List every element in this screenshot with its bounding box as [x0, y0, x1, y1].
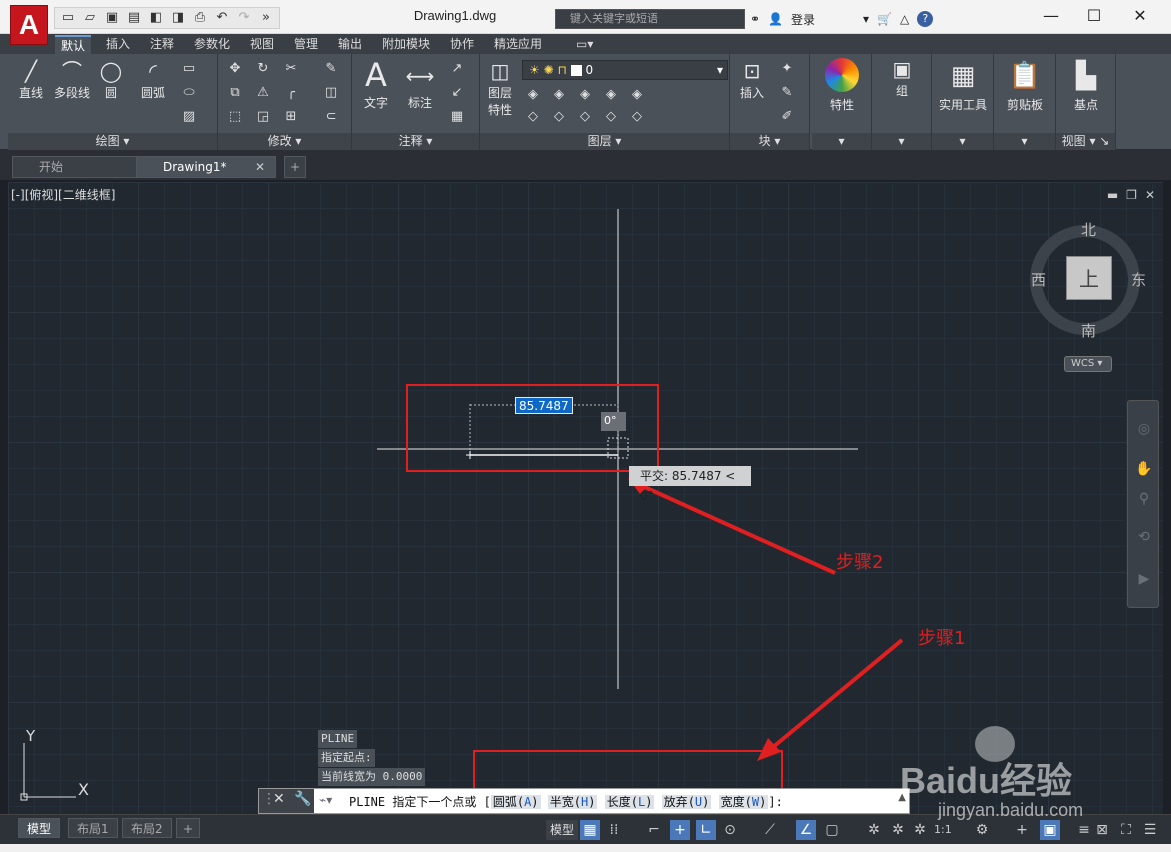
clean-screen-toggle-icon[interactable]: ⊠: [1092, 820, 1112, 840]
command-line-controls: ⋮ ✕ 🔧: [259, 789, 314, 813]
orbit-icon[interactable]: ⟲: [1135, 529, 1153, 547]
snap-icon[interactable]: ⁞⁞: [604, 820, 624, 840]
command-prompt-suffix: ]:: [768, 795, 783, 809]
option-undo-key: U: [694, 795, 703, 809]
step1-arrow: [770, 638, 904, 750]
option-halfwidth-label: 半宽: [549, 795, 574, 809]
command-history: PLINE 指定起点: 当前线宽为 0.0000: [318, 730, 426, 787]
infer-constraints-icon[interactable]: ⌐: [644, 820, 664, 840]
option-length-label: 长度: [606, 795, 631, 809]
wcs-menu[interactable]: WCS ▾: [1064, 356, 1112, 372]
option-arc[interactable]: 圆弧(A): [490, 795, 541, 809]
polar-icon[interactable]: ⊙: [720, 820, 740, 840]
option-undo[interactable]: 放弃(U): [661, 795, 712, 809]
app-logo[interactable]: A: [10, 5, 48, 45]
snap-tooltip-prefix: 平交: [640, 469, 665, 483]
workspace-gear-icon[interactable]: ⚙: [972, 820, 992, 840]
ortho-icon[interactable]: ∟: [696, 820, 716, 840]
option-arc-key: A: [524, 795, 532, 809]
isodraft-icon[interactable]: ⟋: [760, 820, 780, 840]
option-halfwidth[interactable]: 半宽(H): [547, 795, 598, 809]
ucs-x-label: X: [78, 780, 89, 799]
object-snap-tracking-icon[interactable]: ∠: [796, 820, 816, 840]
layout-tab-layout2[interactable]: 布局2: [122, 818, 172, 838]
option-width-label: 宽度: [720, 795, 745, 809]
snap-tooltip: 平交: 85.7487 < 0°: [629, 466, 751, 503]
object-snap-icon[interactable]: ▢: [822, 820, 842, 840]
dynamic-input-length[interactable]: 85.7487: [515, 397, 573, 414]
steering-wheel-icon[interactable]: ◎: [1135, 421, 1153, 439]
viewcube-top-face[interactable]: 上: [1066, 256, 1112, 300]
fullscreen-icon[interactable]: ⛶: [1116, 820, 1136, 840]
option-arc-label: 圆弧: [492, 795, 517, 809]
ucs-y-label: Y: [26, 727, 36, 745]
isolate-objects-icon[interactable]: ▣: [1040, 820, 1060, 840]
watermark-paw-icon: [975, 726, 1015, 762]
option-undo-label: 放弃: [663, 795, 688, 809]
option-width[interactable]: 宽度(W): [718, 795, 769, 809]
compass-west[interactable]: 西: [1031, 269, 1046, 290]
showmotion-icon[interactable]: ▶: [1135, 571, 1153, 589]
wcs-label: WCS: [1071, 358, 1095, 369]
dynamic-input-icon[interactable]: +: [670, 820, 690, 840]
zoom-icon[interactable]: ⚲: [1135, 491, 1153, 509]
layout-tab-layout1[interactable]: 布局1: [68, 818, 118, 838]
annotation-monitor-icon[interactable]: +: [1012, 820, 1032, 840]
option-width-key: W: [751, 795, 760, 809]
command-history-line: 指定起点:: [318, 749, 375, 767]
close-icon[interactable]: ✕: [273, 791, 285, 807]
step1-label: 步骤1: [918, 628, 966, 649]
annotation-visibility-icon[interactable]: ✲: [864, 820, 884, 840]
drawing-overlay: [377, 209, 904, 815]
step2-arrow: [639, 483, 836, 575]
watermark-url: jingyan.baidu.com: [938, 800, 1084, 820]
command-history-line: 当前线宽为 0.0000: [318, 768, 426, 786]
pan-icon[interactable]: ✋: [1135, 461, 1153, 479]
compass-east[interactable]: 东: [1131, 269, 1146, 290]
compass-south[interactable]: 南: [1081, 320, 1096, 341]
command-prompt-prefix: PLINE 指定下一个点或 [: [349, 795, 491, 809]
model-space-button[interactable]: 模型: [546, 820, 579, 840]
command-history-line: PLINE: [318, 730, 358, 748]
hardware-accel-icon[interactable]: ≡: [1074, 820, 1094, 840]
option-halfwidth-key: H: [581, 795, 589, 809]
command-line[interactable]: ⋮ ✕ 🔧 ⌁▾ PLINE 指定下一个点或 [圆弧(A) 半宽(H) 长度(L…: [258, 788, 910, 814]
auto-scale-icon[interactable]: ✲: [888, 820, 908, 840]
customize-status-icon[interactable]: ☰: [1140, 820, 1160, 840]
annotation-scale-icon[interactable]: ✲: [910, 820, 930, 840]
compass-north[interactable]: 北: [1081, 219, 1096, 240]
option-length[interactable]: 长度(L): [604, 795, 655, 809]
step2-label: 步骤2: [836, 552, 884, 573]
grid-icon[interactable]: ▦: [580, 820, 600, 840]
navigation-bar: ◎ ✋ ⚲ ⟲ ▶: [1127, 400, 1159, 608]
customize-icon[interactable]: 🔧: [294, 791, 311, 807]
window-bottom-border: [0, 844, 1171, 852]
add-layout-button[interactable]: +: [176, 818, 201, 838]
command-prompt: PLINE 指定下一个点或 [圆弧(A) 半宽(H) 长度(L) 放弃(U) 宽…: [349, 793, 783, 810]
annotation-scale-value[interactable]: 1:1: [934, 820, 952, 840]
option-length-key: L: [637, 795, 646, 809]
recent-commands-icon[interactable]: ⌁▾: [319, 793, 332, 807]
layout-tab-model[interactable]: 模型: [18, 818, 61, 838]
dynamic-input-angle[interactable]: 0°: [601, 412, 626, 431]
